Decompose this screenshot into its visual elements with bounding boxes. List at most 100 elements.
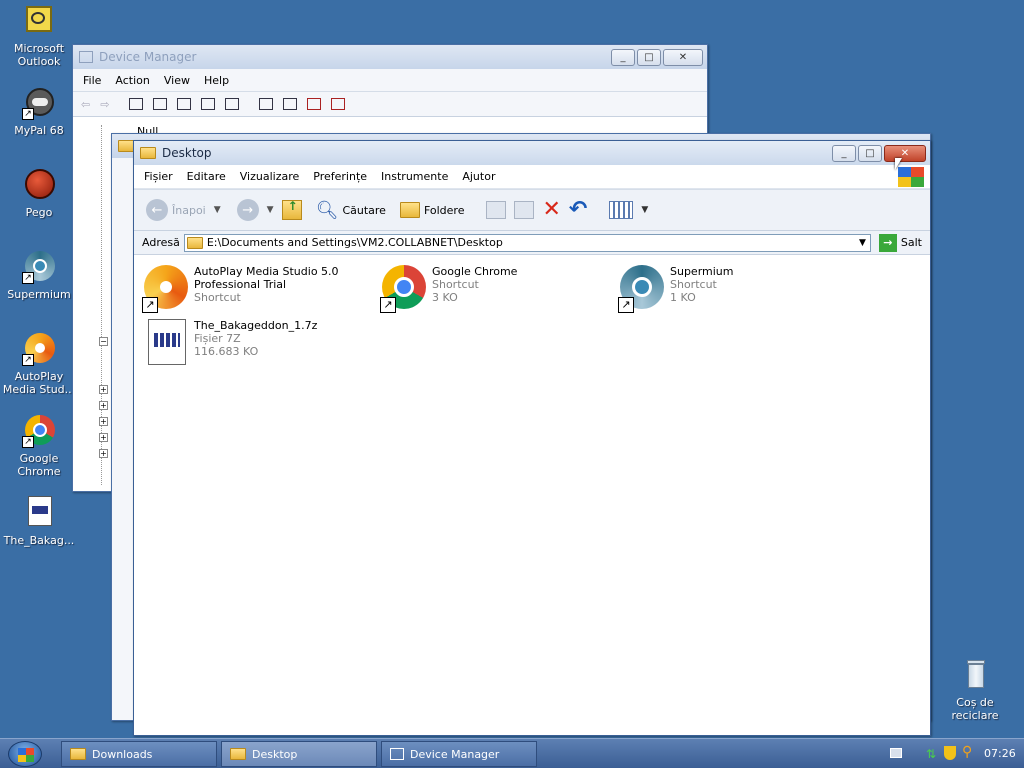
update-driver-icon[interactable] [283,98,298,110]
file-item-autoplay[interactable]: ↗ AutoPlay Media Studio 5.0 Professional… [142,263,372,313]
folder-icon [118,140,134,152]
menu-tools[interactable]: Instrumente [381,170,448,183]
menu-edit[interactable]: Editare [187,170,226,183]
maximize-button[interactable]: □ [858,144,882,162]
desktop-icon-bakageddon[interactable]: The_Bakag... [0,496,78,547]
close-button[interactable]: ✕ [884,144,926,162]
chevron-down-icon[interactable]: ▼ [214,205,221,215]
forward-arrow-icon[interactable]: ⇨ [100,98,109,111]
menu-view[interactable]: View [164,74,190,87]
search-button[interactable]: 🔍︎ Căutare [316,200,386,221]
shortcut-arrow-icon: ↗ [142,297,158,313]
shortcut-arrow-icon: ↗ [380,297,396,313]
desktop-icon-recycle-bin[interactable]: Coș de reciclare [936,658,1014,722]
7z-file-icon [142,317,190,365]
file-item-bakageddon[interactable]: The_Bakageddon_1.7z Fișier 7Z 116.683 KO [142,317,372,365]
properties-icon[interactable] [153,98,168,110]
start-button[interactable] [8,741,42,767]
pego-icon [22,168,56,202]
mouse-cursor-icon [895,158,902,170]
show-hide-icon[interactable] [225,98,240,110]
security-shield-icon[interactable] [944,746,956,760]
back-button[interactable]: ← Înapoi ▼ [146,199,221,221]
folders-icon [399,202,420,218]
file-size: 116.683 KO [194,345,259,358]
desktop-icon-label: MyPal 68 [14,124,64,137]
folder-icon [140,147,156,159]
minimize-button[interactable]: _ [611,48,635,66]
network-icon[interactable]: ⇅ [926,747,936,761]
menu-help[interactable]: Help [204,74,229,87]
tree-collapse-icon[interactable]: − [99,337,108,346]
tree-expand-icon[interactable]: + [99,417,108,426]
tree-expand-icon[interactable]: + [99,449,108,458]
tree-view-icon[interactable] [129,98,144,110]
tree-expand-icon[interactable]: + [99,401,108,410]
views-icon[interactable] [609,201,634,219]
scan-hardware-icon[interactable] [259,98,274,110]
taskbar-button-desktop[interactable]: Desktop [221,741,377,767]
address-bar: Adresă E:\Documents and Settings\VM2.COL… [134,231,930,255]
close-button[interactable]: ✕ [663,48,703,66]
back-arrow-icon[interactable]: ⇦ [81,98,90,111]
mypal-icon: ↗ [22,86,56,120]
address-label: Adresă [142,236,180,249]
desktop-icon-label: Pego [25,206,53,219]
desktop-icon-chrome[interactable]: ↗ Google Chrome [0,414,78,478]
menu-file[interactable]: File [83,74,101,87]
outlook-icon [22,4,56,38]
desktop-icon-mypal[interactable]: ↗ MyPal 68 [0,86,78,137]
undo-icon[interactable]: ↶ [569,199,587,221]
file-item-supermium[interactable]: ↗ Supermium Shortcut 1 KO [618,263,848,313]
desktop-icon-autoplay[interactable]: ↗ AutoPlay Media Stud... [0,332,78,396]
folder-icon [186,236,203,249]
chevron-down-icon[interactable]: ▼ [641,205,648,215]
go-button[interactable]: → Salt [875,233,930,252]
taskbar-button-device-manager[interactable]: Device Manager [381,741,537,767]
chevron-down-icon[interactable]: ▼ [859,238,866,248]
file-item-chrome[interactable]: ↗ Google Chrome Shortcut 3 KO [380,263,610,313]
file-type: Shortcut [670,278,717,291]
back-label: Înapoi [172,203,206,217]
address-field[interactable]: E:\Documents and Settings\VM2.COLLABNET\… [183,233,871,252]
file-name: Google Chrome [432,265,518,278]
move-to-icon[interactable] [486,201,507,219]
taskbar-button-downloads[interactable]: Downloads [61,741,217,767]
desktop-icon-label: AutoPlay Media Stud... [2,370,76,396]
help-icon[interactable] [201,98,216,110]
taskbar-label: Desktop [252,747,298,761]
menu-view[interactable]: Vizualizare [240,170,300,183]
copy-to-icon[interactable] [514,201,535,219]
keyboard-icon[interactable] [890,748,902,758]
folders-button[interactable]: Foldere [399,202,464,218]
explorer-window[interactable]: Desktop _ □ ✕ Fișier Editare Vizualizare… [133,140,931,736]
desktop-icon-supermium[interactable]: ↗ Supermium [0,250,78,301]
file-name: The_Bakageddon_1.7z [194,319,318,332]
chevron-down-icon[interactable]: ▼ [267,205,274,215]
uninstall-icon[interactable] [307,98,322,110]
explorer-titlebar[interactable]: Desktop _ □ ✕ [134,141,930,165]
device-manager-titlebar[interactable]: Device Manager _ □ ✕ [73,45,707,69]
forward-button[interactable]: → ▼ [236,199,274,221]
maximize-button[interactable]: □ [637,48,661,66]
desktop-icon-outlook[interactable]: Microsoft Outlook [0,4,78,68]
file-name: AutoPlay Media Studio 5.0 Professional T… [194,265,339,291]
delete-icon[interactable]: ✕ [542,199,560,221]
print-icon[interactable] [177,98,192,110]
desktop-icon-pego[interactable]: Pego [0,168,78,219]
supermium-icon: ↗ [618,263,666,313]
minimize-button[interactable]: _ [832,144,856,162]
menu-favorites[interactable]: Preferințe [313,170,367,183]
up-folder-icon[interactable]: ↑ [281,199,302,220]
disable-icon[interactable] [331,98,346,110]
menu-file[interactable]: Fișier [144,170,173,183]
search-tray-icon[interactable]: ⚲ [962,744,972,760]
menu-help[interactable]: Ajutor [462,170,495,183]
desktop-icon-label: Microsoft Outlook [13,42,65,68]
tree-expand-icon[interactable]: + [99,433,108,442]
tree-expand-icon[interactable]: + [99,385,108,394]
clock[interactable]: 07:26 [984,747,1016,760]
explorer-toolbar: ← Înapoi ▼ → ▼ ↑ 🔍︎ Căutare Foldere ✕ ↶ … [134,189,930,231]
folder-icon [70,748,86,760]
menu-action[interactable]: Action [115,74,149,87]
